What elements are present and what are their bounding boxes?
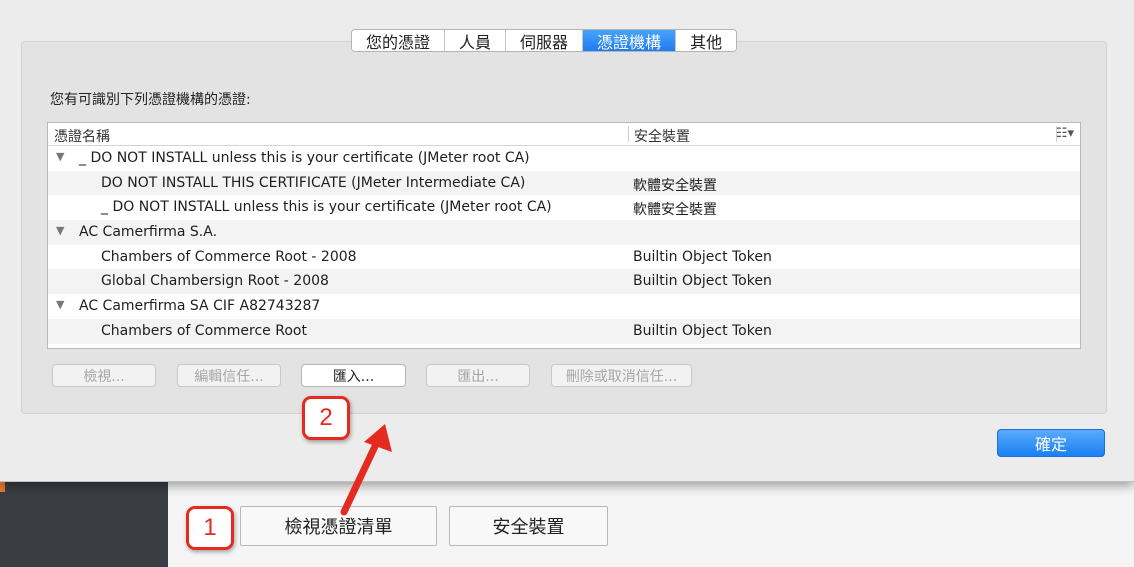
certificate-name: _ DO NOT INSTALL unless this is your cer… bbox=[101, 199, 552, 216]
certificate-table[interactable]: 憑證名稱 安全裝置 ☷▾ ▼ _ DO NOT INSTALL unless th… bbox=[47, 122, 1081, 349]
tab-others[interactable]: 其他 bbox=[676, 30, 737, 51]
disclosure-triangle-icon[interactable]: ▼ bbox=[56, 224, 64, 237]
table-row[interactable]: _ DO NOT INSTALL unless this is your cer… bbox=[48, 195, 1080, 220]
column-picker-icon[interactable]: ☷▾ bbox=[1056, 126, 1074, 141]
certificate-manager-dialog: 您的憑證 人員 伺服器 憑證機構 其他 您有可識別下列憑證機構的憑證: 憑證名稱… bbox=[0, 0, 1134, 482]
certificate-name: Chambers of Commerce Root bbox=[101, 322, 307, 339]
background-sidebar bbox=[0, 480, 168, 567]
disclosure-triangle-icon[interactable]: ▼ bbox=[56, 150, 64, 163]
table-group-row[interactable]: ▼ _ DO NOT INSTALL unless this is your ce… bbox=[48, 146, 1080, 171]
column-header-name[interactable]: 憑證名稱 bbox=[54, 126, 110, 146]
export-button[interactable]: 匯出... bbox=[426, 364, 530, 387]
table-group-row[interactable]: ▼ AC Camerfirma S.A. bbox=[48, 220, 1080, 245]
security-devices-button[interactable]: 安全裝置 bbox=[449, 506, 608, 546]
edit-trust-button[interactable]: 編輯信任... bbox=[177, 364, 281, 387]
certificate-name: AC Camerfirma S.A. bbox=[79, 224, 218, 241]
table-row[interactable]: DO NOT INSTALL THIS CERTIFICATE (JMeter … bbox=[48, 170, 1080, 196]
view-button[interactable]: 檢視... bbox=[52, 364, 156, 387]
tab-bar: 您的憑證 人員 伺服器 憑證機構 其他 bbox=[351, 29, 738, 52]
column-header-device[interactable]: 安全裝置 bbox=[634, 126, 690, 146]
security-device: Builtin Object Token bbox=[633, 322, 772, 339]
tab-your-certs[interactable]: 您的憑證 bbox=[352, 30, 446, 51]
tab-servers[interactable]: 伺服器 bbox=[506, 30, 584, 51]
delete-or-distrust-button[interactable]: 刪除或取消信任... bbox=[551, 364, 692, 387]
security-device: 軟體安全裝置 bbox=[633, 202, 717, 219]
certificate-name: _ DO NOT INSTALL unless this is your cer… bbox=[79, 150, 530, 166]
table-header: 憑證名稱 安全裝置 ☷▾ bbox=[48, 123, 1080, 146]
certificate-name: DO NOT INSTALL THIS CERTIFICATE (JMeter … bbox=[101, 174, 526, 191]
table-row[interactable]: Chambers of Commerce Root Builtin Object … bbox=[48, 318, 1080, 344]
step-1-badge: 1 bbox=[186, 506, 234, 550]
disclosure-triangle-icon[interactable]: ▼ bbox=[56, 298, 64, 311]
tab-authorities[interactable]: 憑證機構 bbox=[583, 30, 677, 51]
column-divider[interactable] bbox=[628, 126, 629, 142]
import-button[interactable]: 匯入... bbox=[301, 364, 406, 387]
table-row[interactable]: Chambers of Commerce Root - 2008 Builtin … bbox=[48, 245, 1080, 270]
security-device: 軟體安全裝置 bbox=[633, 177, 717, 194]
table-body: ▼ _ DO NOT INSTALL unless this is your ce… bbox=[48, 146, 1080, 344]
security-device: Builtin Object Token bbox=[633, 273, 772, 290]
intro-text: 您有可識別下列憑證機構的憑證: bbox=[50, 92, 251, 108]
arrow-icon bbox=[340, 424, 392, 516]
table-row[interactable]: Global Chambersign Root - 2008 Builtin Ob… bbox=[48, 269, 1080, 295]
ok-button[interactable]: 確定 bbox=[997, 429, 1105, 457]
certificate-name: Chambers of Commerce Root - 2008 bbox=[101, 248, 357, 265]
table-group-row[interactable]: ▼ AC Camerfirma SA CIF A82743287 bbox=[48, 294, 1080, 319]
certificate-name: Global Chambersign Root - 2008 bbox=[101, 273, 329, 290]
tab-people[interactable]: 人員 bbox=[445, 30, 507, 51]
certificate-name: AC Camerfirma SA CIF A82743287 bbox=[79, 298, 321, 315]
security-device: Builtin Object Token bbox=[633, 248, 772, 265]
